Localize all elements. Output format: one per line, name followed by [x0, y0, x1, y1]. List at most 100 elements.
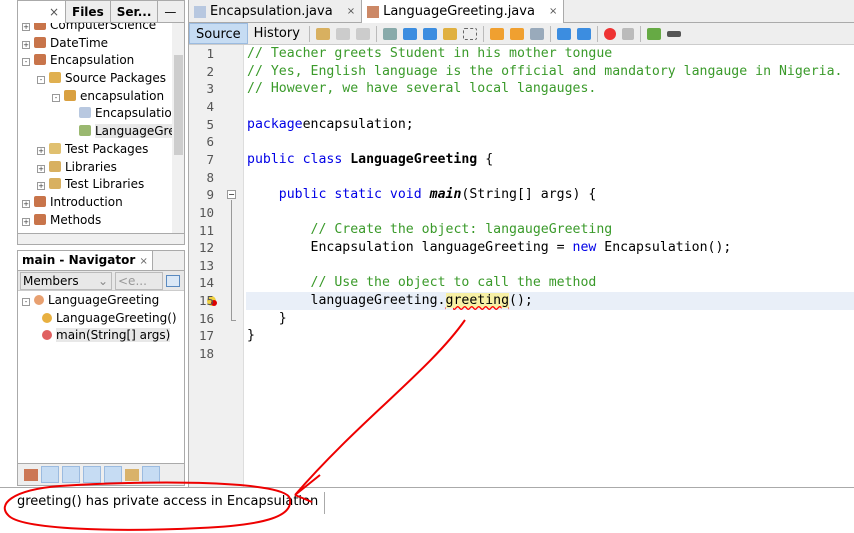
tree-item[interactable]: + Test Libraries: [18, 176, 172, 194]
line-number: 17: [198, 328, 214, 344]
show-non-public-icon[interactable]: [83, 466, 101, 483]
show-static-icon[interactable]: [62, 466, 80, 483]
editor-tab[interactable]: Encapsulation.java ×: [189, 0, 363, 23]
tree-item[interactable]: + ComputerScience: [18, 23, 172, 35]
shift-left-icon[interactable]: [556, 27, 571, 40]
tree-item[interactable]: - Encapsulation: [18, 52, 172, 70]
tree-item[interactable]: + Libraries: [18, 159, 172, 177]
close-tab-icon[interactable]: ×: [549, 1, 557, 23]
horizontal-scrollbar[interactable]: [17, 233, 185, 245]
comment-icon[interactable]: [646, 27, 661, 40]
tree-item-label: Source Packages: [65, 71, 167, 86]
find-icon[interactable]: [382, 27, 397, 40]
editor-area: Encapsulation.java × LanguageGreeting.java…: [188, 0, 854, 487]
collapse-icon[interactable]: -: [22, 298, 30, 306]
navigator-item[interactable]: LanguageGreeting(): [18, 310, 184, 328]
close-navigator-icon[interactable]: ×: [139, 256, 147, 267]
source-view-button[interactable]: Source: [189, 23, 248, 44]
history-view-button[interactable]: History: [248, 23, 306, 44]
editor-tab-label: Encapsulation.java: [210, 3, 333, 19]
expand-icon[interactable]: +: [37, 164, 45, 173]
code-token: new: [572, 240, 597, 256]
navigator-layout-icon[interactable]: [166, 274, 180, 287]
navigator-item-label: LanguageGreeting(): [56, 310, 177, 325]
package-icon: [64, 89, 76, 101]
editor-tab[interactable]: LanguageGreeting.java ×: [362, 0, 565, 23]
code-editor[interactable]: // Teacher greets Student in his mother …: [246, 45, 854, 363]
javadoc-icon[interactable]: [142, 466, 160, 483]
shift-right-icon[interactable]: [576, 27, 591, 40]
code-line: // Create the object: langaugeGreeting: [246, 221, 854, 239]
libraries-icon: [49, 160, 61, 172]
tree-item[interactable]: LanguageGre: [18, 123, 172, 141]
projects-tabs: × Files Ser... —: [17, 0, 185, 23]
expand-icon[interactable]: +: [37, 146, 45, 155]
secondary-filter-select[interactable]: <e...: [115, 271, 163, 290]
expand-icon[interactable]: +: [22, 217, 30, 226]
collapse-icon[interactable]: -: [37, 76, 45, 85]
code-line: // Teacher greets Student in his mother …: [246, 45, 854, 63]
expand-icon[interactable]: +: [22, 199, 30, 208]
fold-collapse-icon[interactable]: −: [227, 190, 236, 199]
close-projects-tab-icon[interactable]: ×: [18, 1, 66, 23]
collapse-icon[interactable]: -: [22, 58, 30, 67]
java-main-file-icon: [79, 125, 91, 137]
navigator-item[interactable]: - LanguageGreeting: [18, 292, 184, 310]
tree-item[interactable]: + Methods: [18, 212, 172, 230]
line-number: 16: [198, 310, 214, 326]
tree-item[interactable]: Encapsulatio: [18, 105, 172, 123]
toggle-highlight-icon[interactable]: [442, 27, 457, 40]
expand-icon[interactable]: +: [22, 40, 30, 49]
minimize-button[interactable]: —: [158, 1, 182, 23]
toggle-bookmark-icon[interactable]: [529, 27, 544, 40]
error-token: greeting: [445, 292, 510, 308]
back-icon[interactable]: [335, 27, 350, 40]
fold-line: [231, 200, 236, 321]
find-previous-icon[interactable]: [402, 27, 417, 40]
expand-icon[interactable]: +: [37, 182, 45, 191]
inherited-members-icon[interactable]: [24, 468, 38, 481]
tree-item[interactable]: - Source Packages: [18, 70, 172, 88]
sort-by-source-icon[interactable]: [125, 468, 139, 481]
forward-icon[interactable]: [355, 27, 370, 40]
java-project-icon: [34, 195, 46, 207]
collapse-icon[interactable]: -: [52, 93, 60, 102]
code-token: {: [477, 151, 494, 167]
stop-macro-icon[interactable]: [621, 27, 634, 40]
tree-item[interactable]: + Introduction: [18, 194, 172, 212]
scrollbar-thumb[interactable]: [174, 55, 183, 155]
code-token: public static void: [278, 187, 430, 203]
tree-item[interactable]: + DateTime: [18, 35, 172, 53]
line-number-gutter: − 1 2 3 4 5 6 7 8 9 10 11 12 13 14 15 16 17 18: [189, 45, 244, 487]
tree-item-label: Encapsulation: [50, 53, 135, 68]
members-filter-select[interactable]: Members ⌄: [20, 271, 112, 290]
show-fields-icon[interactable]: [41, 466, 59, 483]
uncomment-icon[interactable]: [666, 30, 681, 37]
tree-item-label: DateTime: [50, 35, 109, 50]
code-token: languageGreeting.: [247, 292, 446, 308]
sort-icon[interactable]: [104, 466, 122, 483]
rect-select-icon[interactable]: [462, 27, 477, 40]
last-edit-icon[interactable]: [315, 27, 330, 40]
tree-item[interactable]: + Test Packages: [18, 141, 172, 159]
expand-icon[interactable]: +: [22, 23, 30, 31]
java-file-icon: [194, 5, 206, 18]
next-bookmark-icon[interactable]: [509, 27, 524, 40]
editor-tab-label: LanguageGreeting.java: [383, 3, 535, 19]
record-macro-icon[interactable]: [603, 27, 616, 40]
find-next-icon[interactable]: [422, 27, 437, 40]
code-token: }: [247, 310, 287, 326]
line-number: 10: [198, 204, 214, 220]
tree-item-label: LanguageGre: [95, 124, 172, 139]
tab-services[interactable]: Ser...: [111, 1, 159, 23]
navigator-item[interactable]: main(String[] args): [18, 327, 184, 345]
tree-item[interactable]: - encapsulation: [18, 88, 172, 106]
code-token: // Teacher greets Student in his mother …: [247, 46, 613, 61]
tab-files[interactable]: Files: [66, 1, 111, 23]
close-tab-icon[interactable]: ×: [347, 1, 355, 23]
test-packages-icon: [49, 142, 61, 154]
previous-bookmark-icon[interactable]: [489, 27, 504, 40]
